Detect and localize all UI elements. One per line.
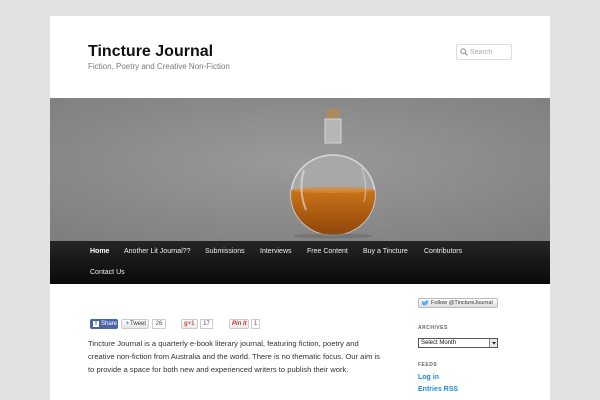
search-box[interactable] <box>456 44 512 60</box>
google-plus-count: 17 <box>200 319 213 329</box>
nav-item-home[interactable]: Home <box>90 248 109 255</box>
chevron-down-icon <box>489 339 497 347</box>
bottle-image <box>50 98 550 241</box>
site-title[interactable]: Tincture Journal <box>88 43 213 61</box>
main-content: f Share ✦Tweet 26 g+1 17 Pin it 1 Tinctur… <box>88 318 380 376</box>
facebook-icon: f <box>93 321 99 327</box>
nav-item-contact-us[interactable]: Contact Us <box>90 269 125 276</box>
nav-item-contributors[interactable]: Contributors <box>424 248 462 255</box>
page: Tincture Journal Fiction, Poetry and Cre… <box>50 16 550 400</box>
facebook-share-button[interactable]: f Share <box>90 319 118 329</box>
feed-link-entries-rss[interactable]: Entries RSS <box>418 386 458 393</box>
twitter-bird-icon <box>421 300 429 306</box>
google-plus-label: +1 <box>187 321 195 327</box>
site-description: Fiction, Poetry and Creative Non-Fiction <box>88 62 230 71</box>
tweet-label: Tweet <box>130 321 147 327</box>
pinterest-button[interactable]: Pin it <box>229 319 249 329</box>
nav-item-interviews[interactable]: Interviews <box>260 248 292 255</box>
nav-item-another-lit-journal[interactable]: Another Lit Journal?? <box>124 248 191 255</box>
archives-dropdown[interactable]: Select Month <box>418 338 498 348</box>
tweet-count: 26 <box>152 319 166 329</box>
nav-item-submissions[interactable]: Submissions <box>205 248 245 255</box>
pinterest-count: 1 <box>251 319 260 329</box>
tweet-button[interactable]: ✦Tweet <box>121 319 149 329</box>
feed-link-log-in[interactable]: Log in <box>418 374 439 381</box>
twitter-follow-button[interactable]: Follow @TinctureJournal <box>418 298 498 308</box>
archives-title: ARCHIVES <box>418 325 448 331</box>
header-image <box>50 98 550 241</box>
nav-item-free-content[interactable]: Free Content <box>307 248 348 255</box>
search-input[interactable] <box>470 47 510 58</box>
archives-selected-value: Select Month <box>421 340 457 346</box>
feeds-title: FEEDS <box>418 362 438 368</box>
facebook-share-label: Share <box>101 321 118 327</box>
intro-paragraph: Tincture Journal is a quarterly e-book l… <box>88 339 380 374</box>
search-icon <box>460 48 468 56</box>
main-navigation: Home Another Lit Journal?? Submissions I… <box>50 241 550 284</box>
nav-item-buy-a-tincture[interactable]: Buy a Tincture <box>363 248 408 255</box>
google-plus-button[interactable]: g+1 <box>181 319 198 329</box>
share-buttons: f Share ✦Tweet 26 g+1 17 Pin it 1 <box>88 318 380 330</box>
follow-label: Follow @TinctureJournal <box>431 300 493 306</box>
